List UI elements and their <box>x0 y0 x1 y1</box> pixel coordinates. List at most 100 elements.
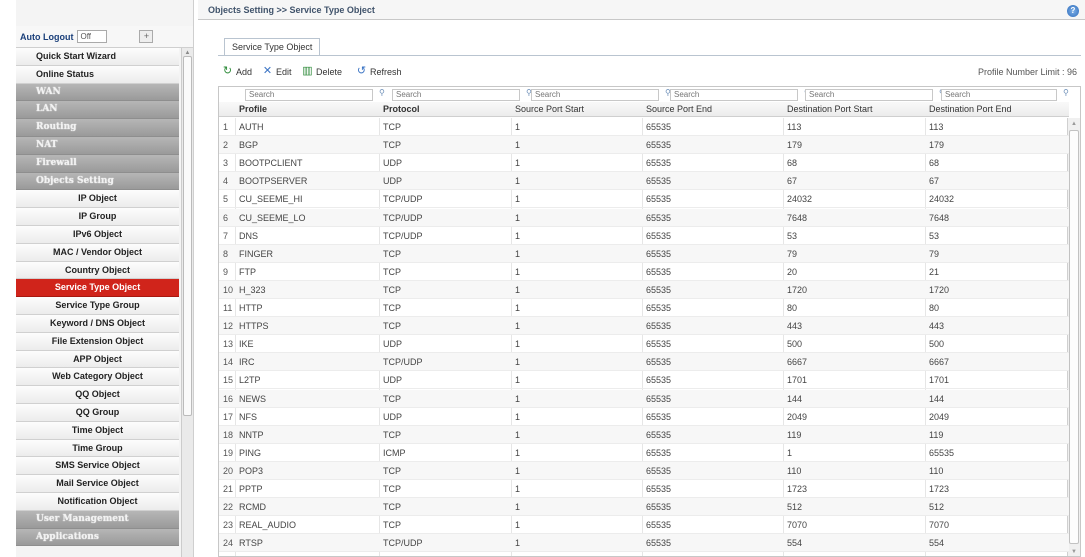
tab-service-type-object[interactable]: Service Type Object <box>224 38 321 56</box>
search-input-protocol[interactable] <box>392 88 520 101</box>
sidebar-item-applications[interactable]: Applications <box>16 528 179 547</box>
table-scroll-thumb[interactable] <box>1069 130 1079 544</box>
sidebar-item-ipv6-object[interactable]: IPv6 Object <box>16 225 179 244</box>
sidebar-item-ip-object[interactable]: IP Object <box>16 190 179 209</box>
sidebar-item-routing[interactable]: Routing <box>16 119 179 137</box>
table-row[interactable]: 3 BOOTPCLIENT UDP 1 65535 68 68 <box>219 154 1069 173</box>
table-cell: 1 <box>515 465 521 476</box>
add-label: Add <box>236 66 253 77</box>
table-cell: FTP <box>239 266 256 277</box>
search-cell <box>805 87 935 102</box>
column-header-protocol[interactable]: Protocol <box>383 102 511 117</box>
table-row[interactable]: 10 H_323 TCP 1 65535 1720 1720 <box>219 280 1069 299</box>
auto-logout-expand-button[interactable]: + <box>139 30 154 43</box>
sidebar-item-notification-object[interactable]: Notification Object <box>16 492 179 511</box>
sidebar-item-keyword-dns-object[interactable]: Keyword / DNS Object <box>16 314 179 333</box>
column-header-source-port-start[interactable]: Source Port Start <box>515 102 642 117</box>
table-row[interactable]: 18 NNTP TCP 1 65535 119 119 <box>219 425 1069 444</box>
edit-button[interactable]: ✕ Edit <box>262 66 292 77</box>
sidebar-item-service-type-group[interactable]: Service Type Group <box>16 297 179 315</box>
sidebar-item-mac-vendor-object[interactable]: MAC / Vendor Object <box>16 243 179 262</box>
sidebar-item-lan[interactable]: LAN <box>16 101 179 120</box>
add-button[interactable]: ↻ Add <box>222 66 252 77</box>
table-row[interactable]: 16 NEWS TCP 1 65535 144 144 <box>219 389 1069 408</box>
sidebar-item-country-object[interactable]: Country Object <box>16 261 179 280</box>
table-cell: TCP/UDP <box>383 538 423 549</box>
table-row[interactable]: 15 L2TP UDP 1 65535 1701 1701 <box>219 371 1069 390</box>
sidebar-item-web-category-object[interactable]: Web Category Object <box>16 368 179 387</box>
table-row[interactable]: 7 DNS TCP/UDP 1 65535 53 53 <box>219 227 1069 245</box>
column-header-destination-port-start[interactable]: Destination Port Start <box>787 102 925 117</box>
help-icon[interactable]: ? <box>1067 5 1079 17</box>
sidebar-item-nat[interactable]: NAT <box>16 136 179 155</box>
table-cell: 80 <box>787 303 798 313</box>
sidebar-item-mail-service-object[interactable]: Mail Service Object <box>16 475 179 493</box>
sidebar-item-sms-service-object[interactable]: SMS Service Object <box>16 457 179 476</box>
auto-logout-select[interactable]: Off <box>77 30 108 43</box>
sidebar-item-app-object[interactable]: APP Object <box>16 350 179 369</box>
table-cell: 1 <box>515 429 521 440</box>
refresh-label: Refresh <box>370 66 402 77</box>
search-input-destination-port-end[interactable] <box>941 88 1057 101</box>
sidebar-item-time-object[interactable]: Time Object <box>16 421 179 440</box>
sidebar-scrollbar[interactable]: ▲ <box>181 48 193 557</box>
table-cell: 500 <box>929 339 945 350</box>
delete-button[interactable]: ▥ Delete <box>302 66 342 77</box>
search-input-destination-port-start[interactable] <box>805 88 933 101</box>
sidebar-item-file-extension-object[interactable]: File Extension Object <box>16 332 179 351</box>
table-row[interactable]: 14 IRC TCP/UDP 1 65535 6667 6667 <box>219 353 1069 372</box>
sidebar-scroll-thumb[interactable] <box>183 56 192 416</box>
sidebar-item-qq-group[interactable]: QQ Group <box>16 403 179 422</box>
table-row[interactable]: 17 NFS UDP 1 65535 2049 2049 <box>219 408 1069 426</box>
table-cell: 65535 <box>646 538 672 549</box>
table-row[interactable]: 8 FINGER TCP 1 65535 79 79 <box>219 244 1069 263</box>
column-header-source-port-end[interactable]: Source Port End <box>646 102 783 117</box>
sidebar-item-wan[interactable]: WAN <box>16 83 179 102</box>
search-input-source-port-end[interactable] <box>670 88 798 101</box>
table-cell: 1 <box>515 538 521 549</box>
table-row[interactable]: 1 AUTH TCP 1 65535 113 113 <box>219 118 1069 136</box>
table-row[interactable]: 6 CU_SEEME_LO TCP/UDP 1 65535 7648 7648 <box>219 208 1069 227</box>
table-row[interactable]: 9 FTP TCP 1 65535 20 21 <box>219 263 1069 281</box>
table-row[interactable]: 4 BOOTPSERVER UDP 1 65535 67 67 <box>219 172 1069 191</box>
sidebar-item-qq-object[interactable]: QQ Object <box>16 386 179 404</box>
table-cell: UDP <box>383 339 403 350</box>
table-row[interactable]: 19 PING ICMP 1 65535 1 65535 <box>219 444 1069 462</box>
main-content: Objects Setting >> Service Type Object ?… <box>198 0 1085 557</box>
table-cell: 512 <box>929 502 945 513</box>
sidebar-item-firewall[interactable]: Firewall <box>16 154 179 173</box>
table-row[interactable]: 22 RCMD TCP 1 65535 512 512 <box>219 498 1069 517</box>
table-cell: 554 <box>929 538 945 549</box>
column-header-profile[interactable]: Profile <box>239 102 379 117</box>
sidebar-item-time-group[interactable]: Time Group <box>16 439 179 458</box>
table-row[interactable]: 21 PPTP TCP 1 65535 1723 1723 <box>219 480 1069 498</box>
table-row[interactable]: 5 CU_SEEME_HI TCP/UDP 1 65535 24032 24032 <box>219 190 1069 209</box>
table-scroll-down-icon[interactable]: ▼ <box>1069 547 1079 556</box>
sidebar-item-user-management[interactable]: User Management <box>16 510 179 529</box>
search-input-profile[interactable] <box>245 88 373 101</box>
filter-icon[interactable]: ⚲ <box>379 88 385 97</box>
refresh-button[interactable]: ↺ Refresh <box>356 66 402 77</box>
table-row[interactable]: 11 HTTP TCP 1 65535 80 80 <box>219 299 1069 317</box>
table-cell: BOOTPCLIENT <box>239 158 303 169</box>
edit-icon: ✕ <box>262 65 273 77</box>
table-cell: TCP <box>383 266 401 277</box>
sidebar-item-quick-start-wizard[interactable]: Quick Start Wizard <box>16 48 179 66</box>
filter-icon[interactable]: ⚲ <box>1063 88 1069 97</box>
table-row[interactable]: 24 RTSP TCP/UDP 1 65535 554 554 <box>219 534 1069 553</box>
sidebar-item-online-status[interactable]: Online Status <box>16 65 179 84</box>
table-row[interactable]: 12 HTTPS TCP 1 65535 443 443 <box>219 317 1069 336</box>
table-row[interactable]: 20 POP3 TCP 1 65535 110 110 <box>219 461 1069 480</box>
table-row[interactable]: 2 BGP TCP 1 65535 179 179 <box>219 136 1069 155</box>
table-cell: 1723 <box>787 484 808 494</box>
table-row[interactable]: 13 IKE UDP 1 65535 500 500 <box>219 335 1069 354</box>
search-input-source-port-start[interactable] <box>531 88 659 101</box>
sidebar-item-ip-group[interactable]: IP Group <box>16 208 179 226</box>
column-header-destination-port-end[interactable]: Destination Port End <box>929 102 1053 117</box>
table-cell: 68 <box>929 158 940 169</box>
table-row[interactable]: 23 REAL_AUDIO TCP 1 65535 7070 7070 <box>219 516 1069 535</box>
sidebar-item-service-type-object[interactable]: Service Type Object <box>16 279 179 298</box>
sidebar-item-objects-setting[interactable]: Objects Setting <box>16 172 179 191</box>
table-cell: NNTP <box>239 429 264 440</box>
table-scroll-up-icon[interactable]: ▲ <box>1069 119 1079 129</box>
